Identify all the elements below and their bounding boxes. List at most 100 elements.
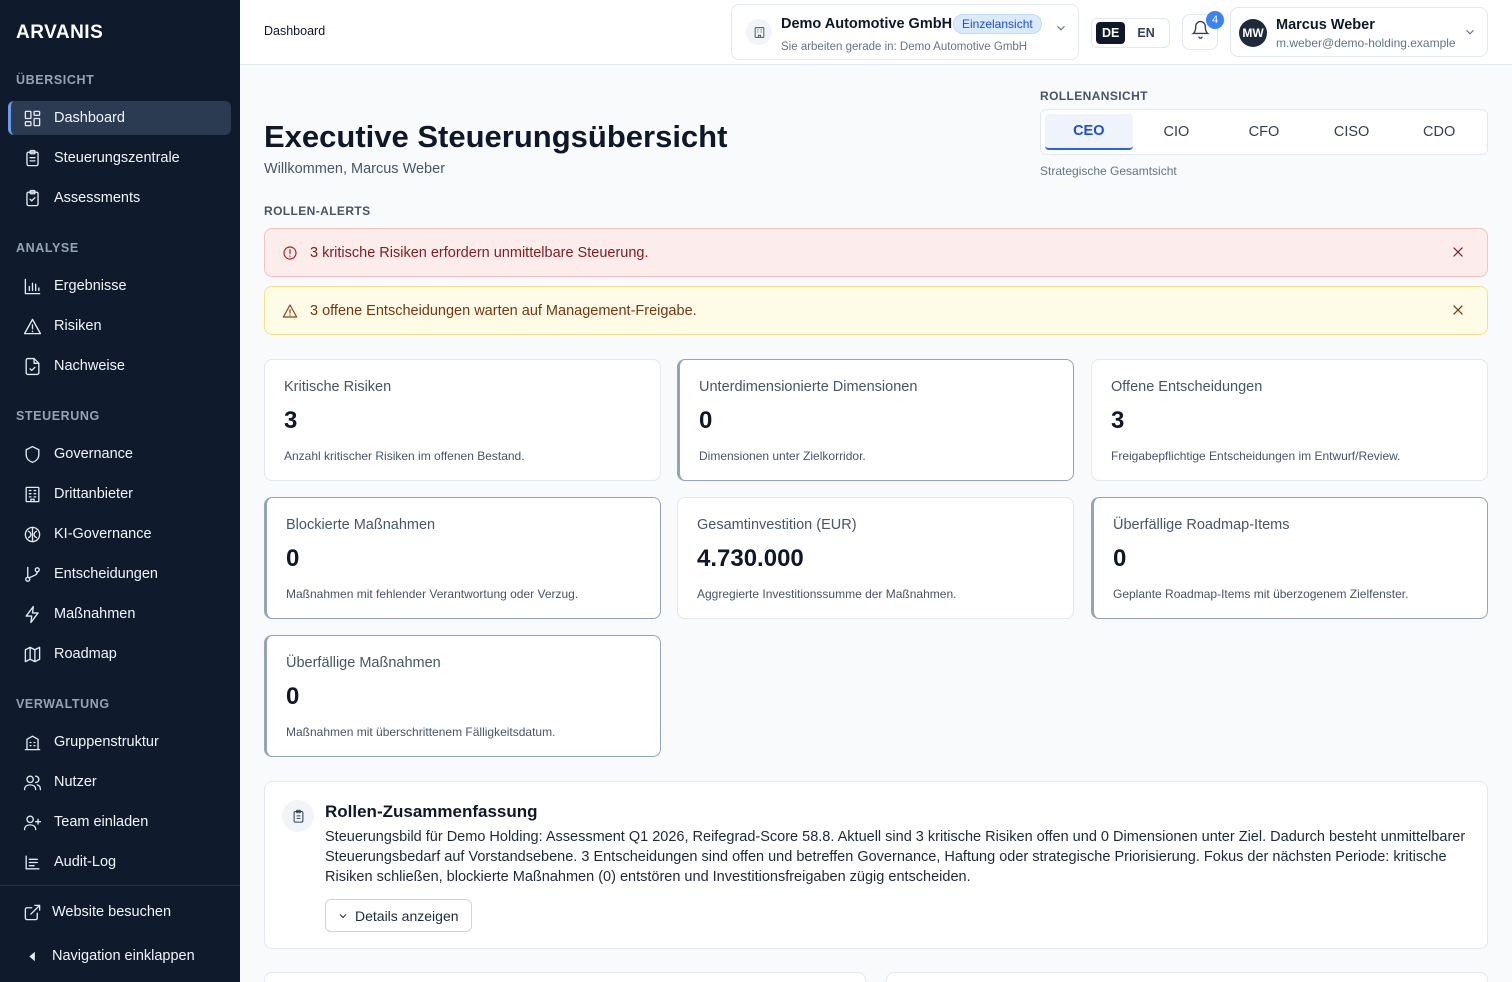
kpi-card-gesamtinvestition[interactable]: Gesamtinvestition (EUR) 4.730.000 Aggreg… (677, 497, 1074, 619)
notifications-button[interactable]: 4 (1182, 11, 1224, 50)
sidebar-item-label: Ergebnisse (54, 278, 127, 294)
sidebar-item-risiken[interactable]: Risiken (8, 309, 231, 343)
details-button[interactable]: Details anzeigen (325, 899, 472, 932)
sidebar-item-label: Nutzer (54, 774, 97, 790)
kpi-card-blockierte-massnahmen[interactable]: Blockierte Maßnahmen 0 Maßnahmen mit feh… (264, 497, 661, 619)
sidebar-item-label: Risiken (54, 318, 102, 334)
sidebar-item-nutzer[interactable]: Nutzer (8, 765, 231, 799)
tab-cio[interactable]: CIO (1133, 114, 1221, 150)
lang-de[interactable]: DE (1096, 22, 1126, 44)
close-icon[interactable] (1451, 245, 1467, 261)
tab-ceo[interactable]: CEO (1045, 114, 1133, 150)
file-check-icon (22, 356, 42, 376)
user-email: m.weber@demo-holding.example (1276, 36, 1456, 50)
sidebar-item-label: Maßnahmen (54, 606, 136, 622)
kpi-description: Dimensionen unter Zielkorridor. (699, 449, 866, 463)
kpi-card-unterdimensionierte-dimensionen[interactable]: Unterdimensionierte Dimensionen 0 Dimens… (677, 359, 1074, 481)
kpi-card-ueberfaellige-massnahmen[interactable]: Überfällige Maßnahmen 0 Maßnahmen mit üb… (264, 635, 661, 757)
sidebar-item-governance[interactable]: Governance (8, 437, 231, 471)
building-icon (746, 19, 772, 45)
details-button-label: Details anzeigen (355, 907, 459, 924)
sidebar-item-label: Drittanbieter (54, 486, 133, 502)
kpi-description: Anzahl kritischer Risiken im offenen Bes… (284, 449, 525, 463)
top-header: Dashboard Demo Automotive GmbH Einzelans… (240, 0, 1512, 65)
tenant-switcher[interactable]: Demo Automotive GmbH Einzelansicht Sie a… (731, 4, 1079, 60)
sidebar: ARVANIS ÜBERSICHT Dashboard Steuerungsze… (0, 0, 240, 982)
kpi-description: Aggregierte Investitionssumme der Maßnah… (697, 587, 957, 601)
sidebar-item-assessments[interactable]: Assessments (8, 181, 231, 215)
brand-logo: ARVANIS (16, 22, 104, 43)
users-icon (22, 772, 42, 792)
alert-warning: 3 offene Entscheidungen warten auf Manag… (264, 286, 1488, 335)
sidebar-item-label: Gruppenstruktur (54, 734, 159, 750)
sidebar-item-roadmap[interactable]: Roadmap (8, 637, 231, 671)
kpi-title: Gesamtinvestition (EUR) (697, 517, 857, 533)
tenant-subtitle: Sie arbeiten gerade in: Demo Automotive … (781, 41, 1028, 53)
sidebar-item-steuerungszentrale[interactable]: Steuerungszentrale (8, 141, 231, 175)
warning-icon (282, 303, 298, 319)
clipboard-check-icon (22, 188, 42, 208)
clipboard-icon (282, 800, 314, 832)
kpi-title: Unterdimensionierte Dimensionen (699, 379, 918, 395)
role-summary-panel: Rollen-Zusammenfassung Steuerungsbild fü… (264, 781, 1488, 949)
sidebar-item-audit-log[interactable]: Audit-Log (8, 845, 231, 879)
role-tabs: CEO CIO CFO CISO CDO (1040, 109, 1488, 155)
sidebar-item-ki-governance[interactable]: KI-Governance (8, 517, 231, 551)
user-plus-icon (22, 812, 42, 832)
sidebar-item-label: Entscheidungen (54, 566, 158, 582)
user-menu[interactable]: MW Marcus Weber m.weber@demo-holding.exa… (1230, 7, 1488, 57)
building-icon (22, 484, 42, 504)
avatar: MW (1239, 19, 1267, 47)
user-name: Marcus Weber (1276, 17, 1375, 33)
kpi-card-ueberfaellige-roadmap-items[interactable]: Überfällige Roadmap-Items 0 Geplante Roa… (1091, 497, 1488, 619)
kpi-value: 3 (1111, 407, 1125, 434)
kpi-value: 0 (699, 407, 713, 434)
dashboard-icon (22, 108, 42, 128)
kpi-description: Maßnahmen mit fehlender Verantwortung od… (286, 587, 579, 601)
website-link-label: Website besuchen (52, 904, 172, 920)
sidebar-item-label: Dashboard (54, 110, 125, 126)
nav-section-uebersicht: ÜBERSICHT (16, 73, 95, 87)
close-icon[interactable] (1451, 303, 1467, 319)
collapse-nav-label: Navigation einklappen (52, 948, 195, 964)
sidebar-item-entscheidungen[interactable]: Entscheidungen (8, 557, 231, 591)
sidebar-item-drittanbieter[interactable]: Drittanbieter (8, 477, 231, 511)
tab-cfo[interactable]: CFO (1220, 114, 1308, 150)
sidebar-item-ergebnisse[interactable]: Ergebnisse (8, 269, 231, 303)
chevron-down-icon (1463, 25, 1477, 44)
breadcrumb[interactable]: Dashboard (264, 24, 325, 38)
lightning-icon (22, 604, 42, 624)
summary-title: Rollen-Zusammenfassung (325, 802, 538, 821)
collapse-nav-button[interactable]: Navigation einklappen (8, 939, 231, 973)
sidebar-item-label: Governance (54, 446, 133, 462)
sidebar-item-gruppenstruktur[interactable]: Gruppenstruktur (8, 725, 231, 759)
kpi-description: Maßnahmen mit überschrittenem Fälligkeit… (286, 725, 556, 739)
clipboard-icon (22, 148, 42, 168)
nav-section-steuerung: STEUERUNG (16, 409, 100, 423)
kpi-value: 3 (284, 407, 298, 434)
kpi-card-offene-entscheidungen[interactable]: Offene Entscheidungen 3 Freigabepflichti… (1091, 359, 1488, 481)
sidebar-item-label: Roadmap (54, 646, 117, 662)
kpi-title: Überfällige Roadmap-Items (1113, 517, 1290, 533)
kpi-card-kritische-risiken[interactable]: Kritische Risiken 3 Anzahl kritischer Ri… (264, 359, 661, 481)
kpi-value: 4.730.000 (697, 545, 804, 572)
tab-cdo[interactable]: CDO (1395, 114, 1483, 150)
kpi-title: Überfällige Maßnahmen (286, 655, 441, 671)
sidebar-item-team-einladen[interactable]: Team einladen (8, 805, 231, 839)
git-branch-icon (22, 564, 42, 584)
lang-en[interactable]: EN (1131, 22, 1160, 44)
kpi-value: 0 (286, 545, 300, 572)
language-switcher: DE EN (1091, 18, 1170, 48)
sidebar-item-dashboard[interactable]: Dashboard (8, 101, 231, 135)
sidebar-item-nachweise[interactable]: Nachweise (8, 349, 231, 383)
caret-left-icon (22, 946, 42, 966)
tab-ciso[interactable]: CISO (1308, 114, 1396, 150)
role-description: Strategische Gesamtsicht (1040, 164, 1177, 178)
sidebar-item-label: Steuerungszentrale (54, 150, 180, 166)
website-link[interactable]: Website besuchen (8, 895, 231, 929)
org-building-icon (22, 732, 42, 752)
alert-text: 3 kritische Risiken erfordern unmittelba… (310, 244, 649, 261)
page-title: Executive Steuerungsübersicht (264, 119, 728, 154)
kpi-description: Geplante Roadmap-Items mit überzogenem Z… (1113, 587, 1409, 601)
sidebar-item-massnahmen[interactable]: Maßnahmen (8, 597, 231, 631)
